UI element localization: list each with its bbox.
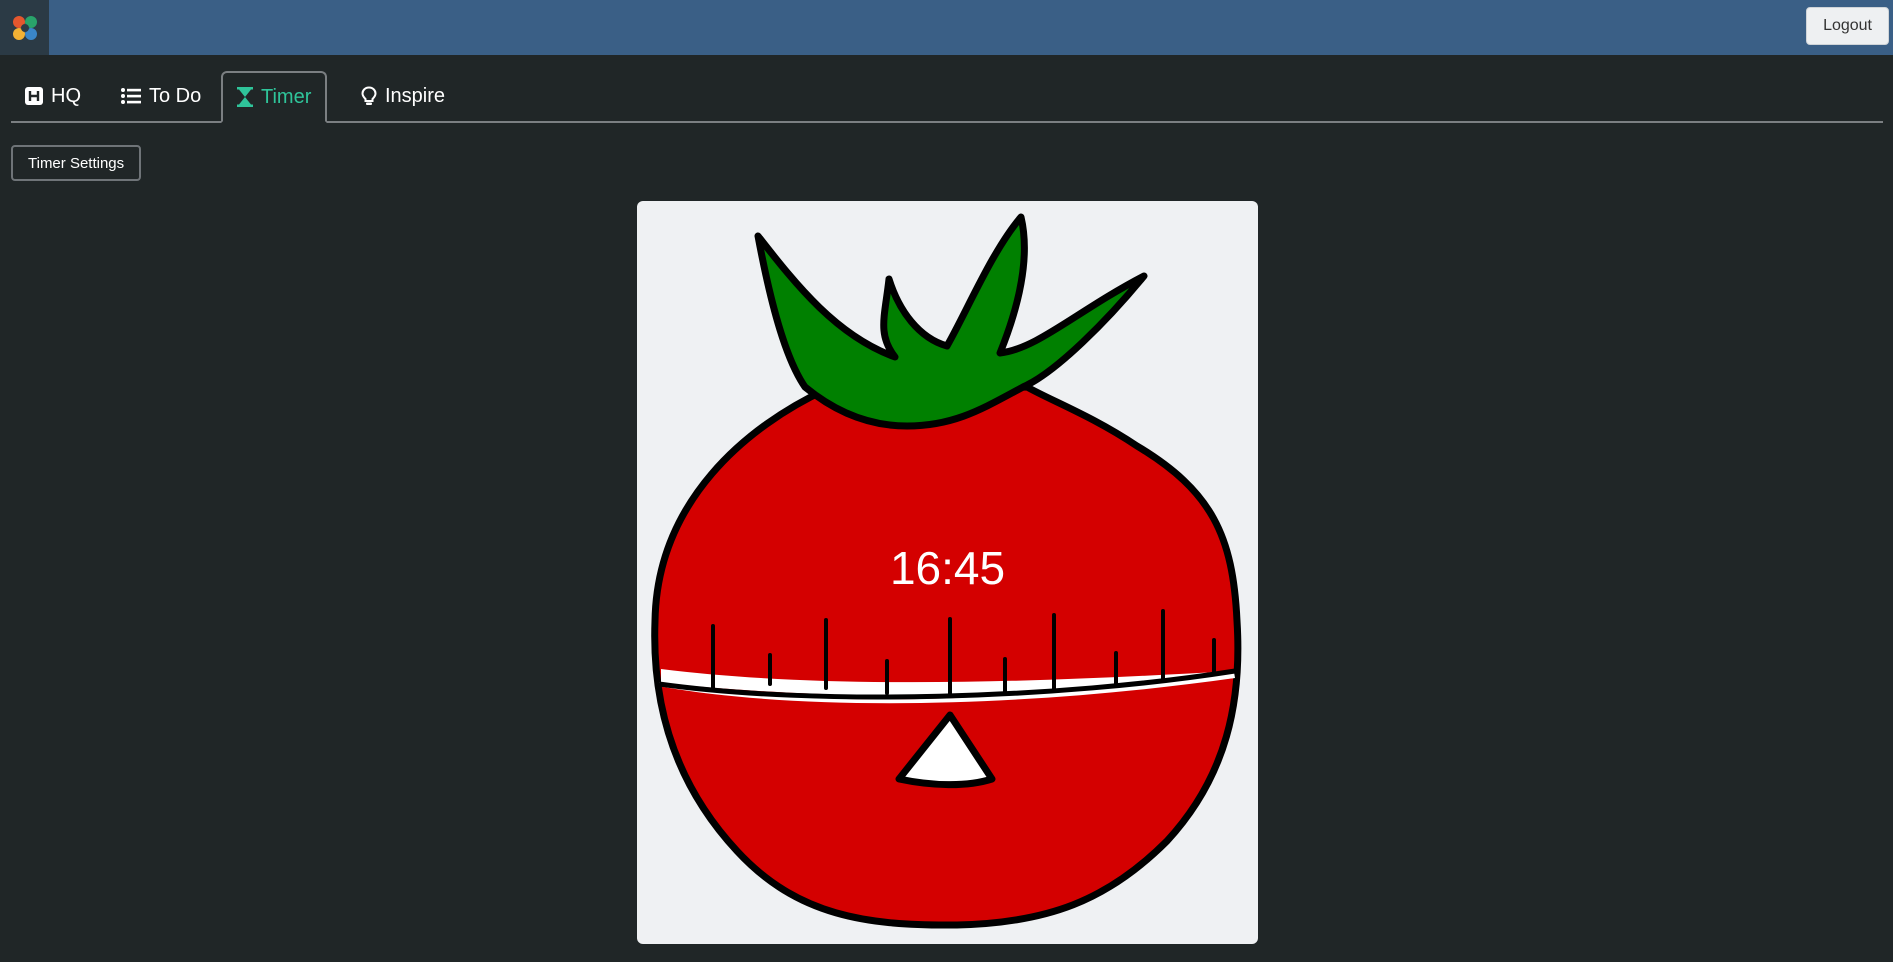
logout-button[interactable]: Logout [1806,7,1889,45]
hourglass-icon [237,87,253,107]
tomato-leaves [754,213,1148,430]
timer-settings-button[interactable]: Timer Settings [11,145,142,181]
pomodoro-timer-card: 16:45 [637,201,1258,944]
tab-inspire[interactable]: Inspire [347,71,459,121]
list-icon [121,88,141,104]
tab-label: Timer [261,85,312,108]
hq-icon [25,87,43,105]
tab-label: HQ [51,84,81,107]
tab-timer[interactable]: Timer [221,71,328,123]
tab-label: Inspire [385,84,446,107]
timer-countdown: 16:45 [889,542,1006,594]
top-navbar: Logout [0,0,1893,55]
tomato-body [651,383,1242,929]
main-tabs: HQ To Do Timer Inspire [11,71,1883,123]
tab-hq[interactable]: HQ [11,71,95,121]
lightbulb-icon [361,86,377,106]
app-logo-icon[interactable] [0,0,49,55]
tab-todo[interactable]: To Do [107,71,215,121]
tab-label: To Do [149,84,202,107]
